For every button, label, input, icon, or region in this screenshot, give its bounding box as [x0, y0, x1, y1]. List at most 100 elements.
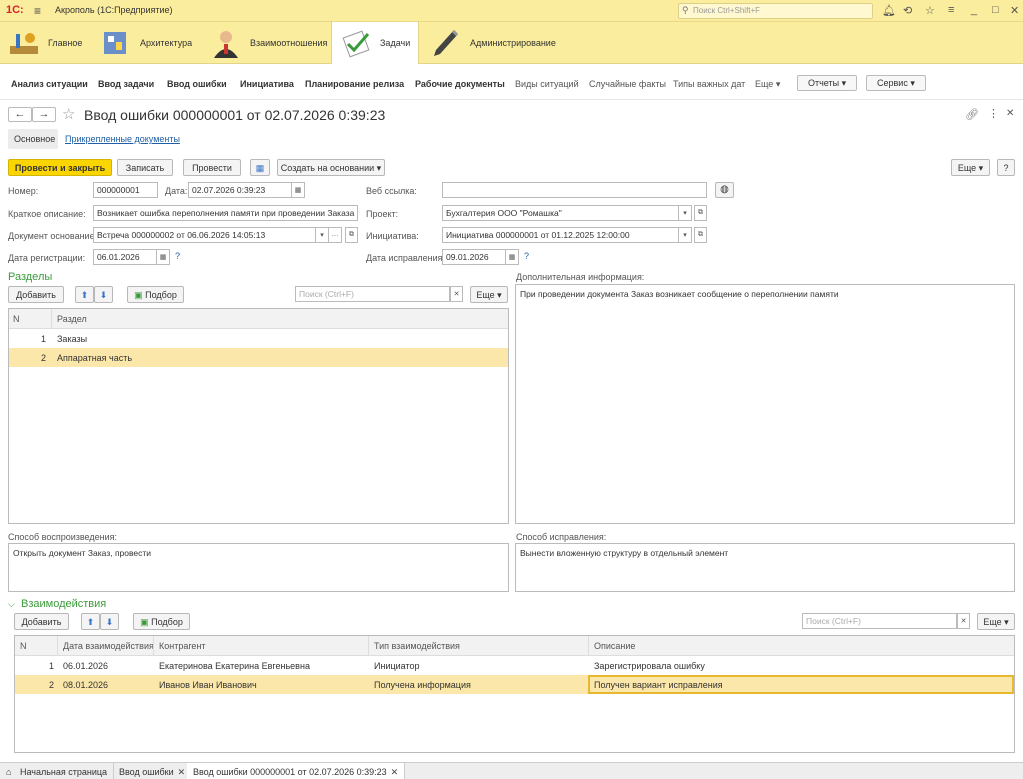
nav-situation-types[interactable]: Виды ситуаций	[515, 79, 579, 89]
post-and-close-button[interactable]: Провести и закрыть	[8, 159, 112, 176]
tab-home-page[interactable]: ⌂ Начальная страница	[0, 763, 115, 779]
interactions-group-title[interactable]: Взаимодействия	[21, 598, 106, 610]
section-relations[interactable]: Взаимоотношения	[210, 22, 327, 64]
minimize-icon[interactable]: _	[971, 4, 977, 16]
tab-main[interactable]: Основное	[8, 129, 58, 149]
maximize-icon[interactable]: □	[992, 4, 999, 16]
app-title: Акрополь (1С:Предприятие)	[55, 5, 173, 15]
close-tab-icon[interactable]: ✕	[391, 767, 399, 777]
base-document-select-icon[interactable]: …	[329, 227, 342, 243]
initiative-open-icon[interactable]: ⧉	[694, 227, 707, 243]
interactions-col-n[interactable]: N	[20, 641, 27, 651]
fix-date-calendar-icon[interactable]: ▦	[506, 249, 519, 265]
interactions-move-up-icon[interactable]: ⬆	[81, 613, 100, 630]
project-dropdown-icon[interactable]: ▾	[679, 205, 692, 221]
initiative-dropdown-icon[interactable]: ▾	[679, 227, 692, 243]
nav-situation-analysis[interactable]: Анализ ситуации	[11, 79, 88, 89]
base-document-dropdown-icon[interactable]: ▾	[316, 227, 329, 243]
write-button[interactable]: Записать	[117, 159, 173, 176]
nav-important-date-types[interactable]: Типы важных дат	[673, 79, 745, 89]
table-row[interactable]: 2 08.01.2026 Иванов Иван Иванович Получе…	[15, 675, 1014, 694]
registration-date-field[interactable]: 06.01.2026	[93, 249, 157, 265]
close-form-icon[interactable]: ✕	[1006, 108, 1014, 119]
nav-work-documents[interactable]: Рабочие документы	[415, 79, 505, 89]
nav-initiative[interactable]: Инициатива	[240, 79, 294, 89]
initiative-field[interactable]: Инициатива 000000001 от 01.12.2025 12:00…	[442, 227, 679, 243]
sections-search-clear-icon[interactable]: ✕	[450, 286, 463, 302]
star-icon[interactable]: ☆	[925, 4, 935, 17]
more-actions-button[interactable]: Еще ▾	[951, 159, 990, 176]
sections-add-button[interactable]: Добавить	[8, 286, 64, 303]
sections-move-down-icon[interactable]: ⬇	[94, 286, 113, 303]
number-field[interactable]: 000000001	[93, 182, 158, 198]
table-row[interactable]: 1 06.01.2026 Екатеринова Екатерина Евген…	[15, 656, 1014, 675]
sections-search-input[interactable]: Поиск (Ctrl+F)	[295, 286, 450, 302]
base-document-open-icon[interactable]: ⧉	[345, 227, 358, 243]
interactions-move-down-icon[interactable]: ⬇	[100, 613, 119, 630]
web-link-field[interactable]	[442, 182, 707, 198]
nav-more[interactable]: Еще ▾	[755, 79, 780, 90]
hamburger-menu-icon[interactable]: ≡	[34, 4, 41, 18]
section-tasks[interactable]: Задачи	[331, 22, 419, 64]
tab-error-entry-list[interactable]: Ввод ошибки ✕	[113, 763, 193, 779]
interactions-col-date[interactable]: Дата взаимодействия	[63, 641, 154, 651]
back-button[interactable]: ←	[8, 107, 32, 122]
sections-col-n[interactable]: N	[13, 314, 20, 324]
sections-more-button[interactable]: Еще ▾	[470, 286, 508, 303]
bell-icon[interactable]: 🔔︎	[882, 4, 896, 17]
section-main[interactable]: Главное	[8, 22, 93, 64]
interactions-col-description[interactable]: Описание	[594, 641, 635, 651]
interactions-col-type[interactable]: Тип взаимодействия	[374, 641, 460, 651]
nav-release-planning[interactable]: Планирование релиза	[305, 79, 404, 89]
short-description-field[interactable]: Возникает ошибка переполнения памяти при…	[93, 205, 358, 221]
registration-date-help-icon[interactable]: ?	[175, 251, 180, 261]
favorite-star-icon[interactable]: ☆	[62, 105, 75, 123]
forward-button[interactable]: →	[32, 107, 56, 122]
project-field[interactable]: Бухгалтерия ООО "Ромашка"	[442, 205, 679, 221]
interactions-col-counterparty[interactable]: Контрагент	[159, 641, 206, 651]
interactions-search-clear-icon[interactable]: ✕	[957, 613, 970, 629]
close-tab-icon[interactable]: ✕	[178, 767, 186, 777]
table-row[interactable]: 1 Заказы	[9, 329, 508, 348]
date-field[interactable]: 02.07.2026 0:39:23	[188, 182, 292, 198]
nav-task-entry[interactable]: Ввод задачи	[98, 79, 154, 89]
form-menu-icon[interactable]: ⋮	[988, 107, 999, 120]
section-administration[interactable]: Администрирование	[430, 22, 560, 64]
fix-method-field[interactable]: Вынести вложенную структуру в отдельный …	[515, 543, 1015, 592]
sections-pick-button[interactable]: ▣ Подбор	[127, 286, 184, 303]
global-search-input[interactable]: ⚲ Поиск Ctrl+Shift+F	[678, 3, 873, 19]
report-structure-button[interactable]: ▦	[250, 159, 270, 176]
web-link-open-button[interactable]: ◍	[715, 182, 734, 198]
create-based-on-button[interactable]: Создать на основании ▾	[277, 159, 385, 176]
fix-date-field[interactable]: 09.01.2026	[442, 249, 506, 265]
more-menu-icon[interactable]: ≡	[948, 4, 954, 16]
section-architecture[interactable]: Архитектура	[100, 22, 200, 64]
date-calendar-icon[interactable]: ▦	[292, 182, 305, 198]
close-window-icon[interactable]: ✕	[1010, 4, 1019, 17]
reports-button[interactable]: Отчеты ▾	[797, 75, 858, 91]
sections-col-section[interactable]: Раздел	[57, 314, 87, 324]
service-button[interactable]: Сервис ▾	[866, 75, 926, 91]
active-cell[interactable]: Получен вариант исправления	[588, 675, 1014, 694]
extra-info-field[interactable]: При проведении документа Заказ возникает…	[515, 284, 1015, 524]
chevron-down-icon[interactable]: ⌵	[8, 599, 15, 610]
sections-move-up-icon[interactable]: ⬆	[75, 286, 94, 303]
history-icon[interactable]: ⟲	[903, 4, 912, 17]
nav-random-facts[interactable]: Случайные факты	[589, 79, 666, 89]
post-button[interactable]: Провести	[183, 159, 241, 176]
reproduction-field[interactable]: Открыть документ Заказ, провести	[8, 543, 509, 592]
interactions-more-button[interactable]: Еще ▾	[977, 613, 1015, 630]
project-open-icon[interactable]: ⧉	[694, 205, 707, 221]
tab-error-entry-document[interactable]: Ввод ошибки 000000001 от 02.07.2026 0:39…	[187, 763, 406, 779]
table-row[interactable]: 2 Аппаратная часть	[9, 348, 508, 367]
help-button[interactable]: ?	[997, 159, 1015, 176]
interactions-pick-button[interactable]: ▣ Подбор	[133, 613, 190, 630]
tab-attached-documents[interactable]: Прикрепленные документы	[65, 134, 180, 144]
registration-date-calendar-icon[interactable]: ▦	[157, 249, 170, 265]
nav-error-entry[interactable]: Ввод ошибки	[167, 79, 227, 89]
link-icon[interactable]: 🔗︎	[965, 108, 979, 121]
interactions-add-button[interactable]: Добавить	[14, 613, 69, 630]
base-document-field[interactable]: Встреча 000000002 от 06.06.2026 14:05:13	[93, 227, 316, 243]
fix-date-help-icon[interactable]: ?	[524, 251, 529, 261]
interactions-search-input[interactable]: Поиск (Ctrl+F)	[802, 613, 957, 629]
